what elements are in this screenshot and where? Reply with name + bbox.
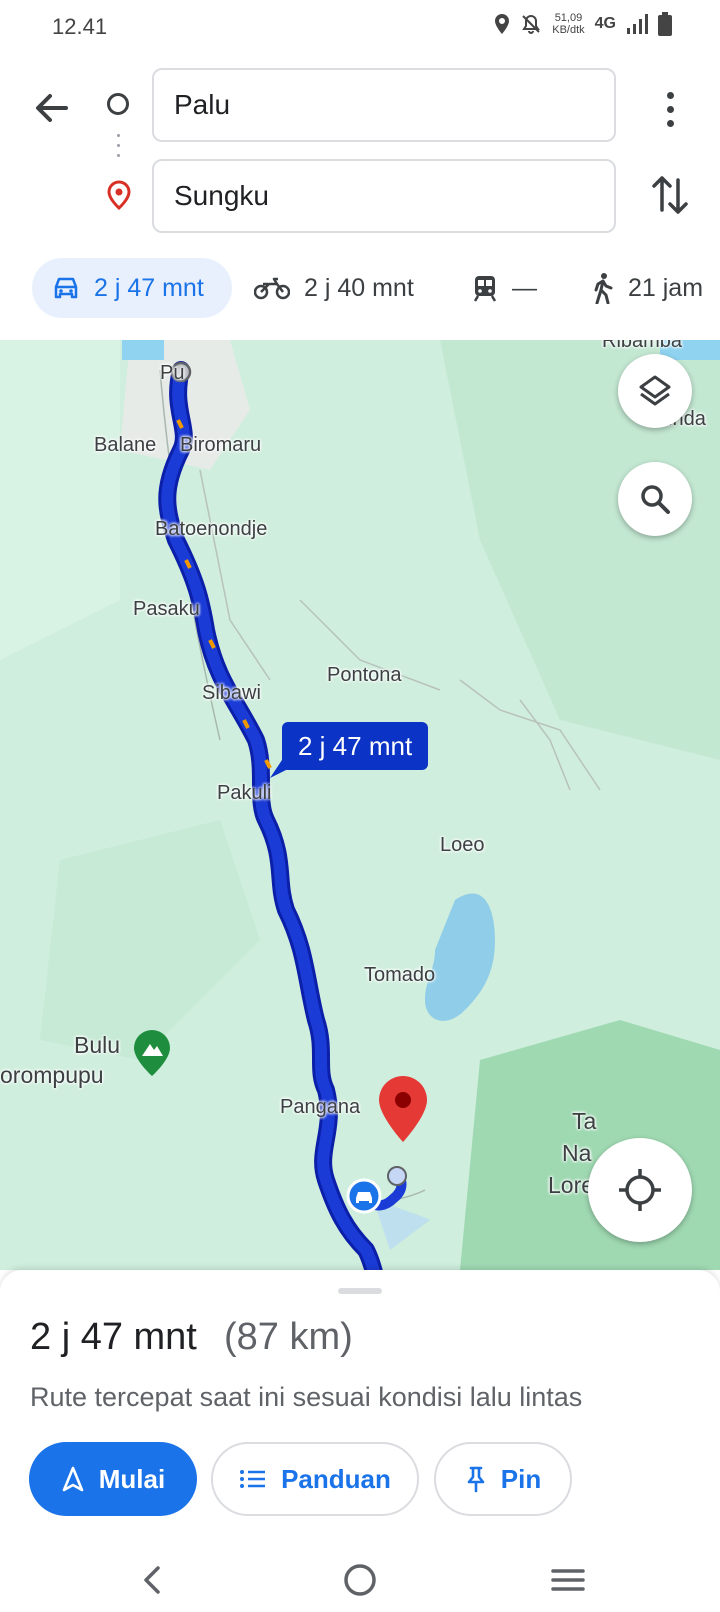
park-marker-icon [134, 1030, 170, 1076]
map-search-button[interactable] [618, 462, 692, 536]
place-label: Biromaru [180, 434, 262, 456]
mode-car[interactable]: 2 j 47 mnt [32, 258, 232, 318]
place-label: Ta [572, 1108, 597, 1134]
place-label: orompupu [0, 1062, 104, 1088]
nav-home-button[interactable] [338, 1560, 382, 1600]
duration-callout[interactable]: 2 j 47 mnt [282, 722, 429, 770]
mode-transit[interactable]: — [472, 258, 537, 318]
place-label: Sibawi [202, 682, 261, 704]
back-icon [36, 94, 68, 122]
pin-button-label: Pin [500, 1463, 542, 1494]
network-speed: 51,09 KB/dtk [552, 12, 584, 36]
system-nav-bar [0, 1548, 720, 1612]
mode-car-label: 2 j 47 mnt [94, 273, 204, 302]
train-icon [473, 276, 497, 302]
mode-walk-label: 21 jam [628, 273, 704, 302]
car-position-icon [346, 1178, 382, 1214]
mode-walk[interactable]: 21 jam [590, 258, 703, 318]
speed-value: 51,09 [554, 12, 583, 24]
car-icon [54, 277, 78, 299]
more-options-button[interactable] [650, 84, 690, 134]
place-label: Pangana [280, 1096, 361, 1118]
place-label: Pu [160, 362, 185, 384]
destination-input[interactable]: Sungku [152, 159, 616, 233]
network-type: 4G [594, 15, 616, 32]
nav-home-icon [344, 1564, 376, 1596]
route-summary-sheet: 2 j 47 mnt (87 km) Rute tercepat saat in… [0, 1270, 720, 1548]
place-label: Loeo [440, 834, 485, 856]
motorcycle-icon [254, 277, 290, 300]
list-icon [240, 1470, 266, 1488]
layers-button[interactable] [618, 354, 692, 428]
status-bar: 12.41 51,09 KB/dtk 4G [0, 0, 720, 56]
swap-icon [652, 176, 688, 214]
walk-icon [594, 273, 613, 304]
status-time: 12.41 [52, 14, 108, 39]
guide-button-label: Panduan [281, 1463, 391, 1494]
place-label: Pontona [327, 664, 402, 686]
destination-pin-icon [107, 180, 131, 210]
signal-icon [627, 14, 648, 34]
place-label: Balane [94, 434, 157, 456]
pin-icon [467, 1466, 485, 1493]
my-location-icon [619, 1169, 661, 1211]
status-icons: 51,09 KB/dtk 4G [494, 12, 672, 36]
mode-motorcycle[interactable]: 2 j 40 mnt [254, 258, 414, 318]
place-label: Batoenondje [155, 518, 268, 540]
travel-modes: 2 j 47 mnt 2 j 40 mnt — 21 jam [0, 256, 720, 320]
place-label: Tomado [364, 964, 436, 986]
navigation-icon [62, 1466, 84, 1492]
pin-button[interactable]: Pin [434, 1442, 572, 1516]
start-button-label: Mulai [98, 1463, 166, 1494]
nav-back-icon [144, 1566, 160, 1594]
place-label: Ribamba [602, 340, 683, 352]
origin-input[interactable]: Palu [152, 68, 616, 142]
directions-header: Palu Sungku 2 j 47 mnt 2 j 40 mnt — 21 j… [0, 56, 720, 340]
battery-icon [658, 12, 672, 36]
place-label: Pakuli [217, 782, 272, 804]
location-icon [495, 14, 510, 34]
nav-recents-button[interactable] [546, 1560, 590, 1600]
origin-circle-icon [107, 93, 129, 115]
map-base [0, 340, 720, 1270]
route-connector-dots [117, 134, 120, 164]
speed-unit: KB/dtk [552, 24, 585, 36]
place-label: Bulu [74, 1032, 121, 1058]
nav-recents-icon [551, 1569, 585, 1591]
search-icon [641, 485, 670, 514]
start-button[interactable]: Mulai [29, 1442, 197, 1516]
route-distance: (87 km) [224, 1316, 353, 1358]
destination-marker-icon[interactable] [377, 1074, 429, 1144]
mode-transit-label: — [512, 273, 537, 302]
swap-button[interactable] [648, 170, 692, 220]
my-location-button[interactable] [588, 1138, 692, 1242]
sheet-drag-handle[interactable] [338, 1288, 382, 1294]
layers-icon [639, 375, 671, 406]
route-description: Rute tercepat saat ini sesuai kondisi la… [30, 1382, 583, 1412]
mute-icon [522, 14, 541, 34]
place-label: Na [562, 1140, 592, 1166]
guide-button[interactable]: Panduan [211, 1442, 419, 1516]
mode-motorcycle-label: 2 j 40 mnt [304, 273, 414, 302]
place-label: Pasaku [133, 598, 200, 620]
route-duration: 2 j 47 mnt [30, 1316, 197, 1358]
back-button[interactable] [30, 86, 74, 130]
map-view[interactable]: Ribamba Pu Balane Biromaru Batoenondje P… [0, 340, 720, 1270]
nav-back-button[interactable] [130, 1560, 174, 1600]
